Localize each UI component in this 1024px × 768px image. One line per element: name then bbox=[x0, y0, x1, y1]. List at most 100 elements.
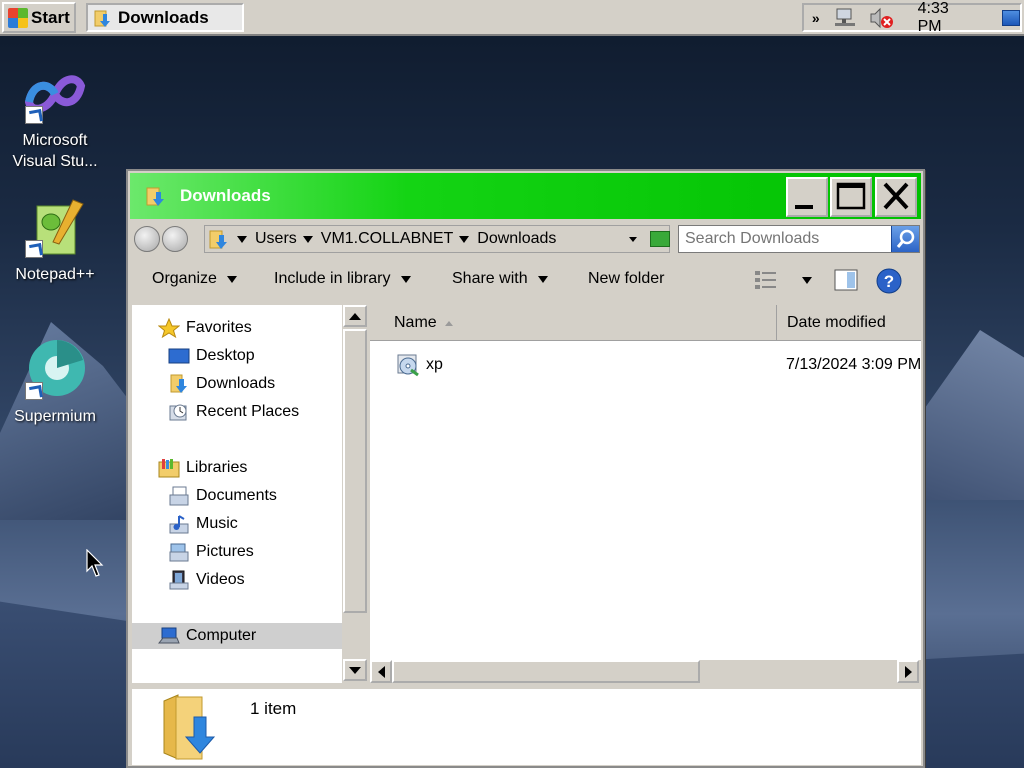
nav-computer[interactable]: Computer bbox=[132, 623, 342, 649]
maximize-button[interactable] bbox=[830, 177, 872, 217]
nav-libraries[interactable]: Libraries bbox=[158, 455, 247, 481]
forward-button[interactable] bbox=[162, 226, 188, 252]
breadcrumb-users-dropdown-icon[interactable] bbox=[302, 235, 313, 243]
close-button[interactable] bbox=[875, 177, 917, 217]
taskbar: Start Downloads » 4:33 PM bbox=[0, 0, 1024, 36]
volume-muted-icon[interactable] bbox=[868, 7, 894, 29]
search-icon[interactable] bbox=[891, 226, 919, 252]
help-button[interactable]: ? bbox=[876, 268, 902, 299]
new-folder-button[interactable]: New folder bbox=[588, 270, 664, 288]
change-view-button[interactable] bbox=[754, 269, 812, 291]
minimize-button[interactable] bbox=[786, 177, 828, 217]
include-in-library-button[interactable]: Include in library bbox=[274, 270, 411, 288]
window-titlebar[interactable]: Downloads bbox=[130, 173, 921, 219]
minimize-icon bbox=[795, 205, 813, 209]
breadcrumb-root-dropdown-icon[interactable] bbox=[237, 235, 247, 243]
arrow-down-icon bbox=[349, 666, 361, 674]
nav-desktop-label: Desktop bbox=[196, 347, 255, 364]
nav-libraries-label: Libraries bbox=[186, 459, 248, 476]
search-input[interactable] bbox=[679, 230, 889, 248]
scroll-down-button[interactable] bbox=[343, 659, 367, 681]
organize-label: Organize bbox=[152, 270, 217, 287]
back-button[interactable] bbox=[134, 226, 160, 252]
preview-pane-icon bbox=[834, 269, 858, 291]
file-list-horizontal-scrollbar[interactable] bbox=[370, 660, 921, 683]
desktop-icon-label: Microsoft Visual Stu... bbox=[12, 132, 98, 170]
nav-documents[interactable]: Documents bbox=[168, 483, 277, 509]
taskbar-button-downloads[interactable]: Downloads bbox=[86, 3, 244, 32]
address-bar[interactable]: Users VM1.COLLABNET Downloads bbox=[204, 225, 670, 253]
videos-icon bbox=[169, 570, 189, 590]
sort-ascending-icon bbox=[444, 320, 453, 326]
nav-documents-label: Documents bbox=[196, 487, 277, 504]
view-details-icon bbox=[755, 271, 776, 289]
scroll-left-button[interactable] bbox=[370, 660, 392, 683]
shortcut-arrow-icon bbox=[25, 106, 43, 124]
organize-button[interactable]: Organize bbox=[152, 270, 237, 288]
scroll-right-button[interactable] bbox=[897, 660, 919, 683]
preview-pane-button[interactable] bbox=[834, 269, 858, 296]
downloads-folder-icon bbox=[94, 10, 110, 27]
nav-music-label: Music bbox=[196, 515, 238, 532]
arrow-up-icon bbox=[349, 312, 361, 320]
address-history-dropdown-icon[interactable] bbox=[629, 237, 637, 242]
nav-recent-places[interactable]: Recent Places bbox=[168, 399, 299, 425]
nav-music[interactable]: Music bbox=[168, 511, 238, 537]
breadcrumb-vm1-collabnet[interactable]: VM1.COLLABNET bbox=[321, 230, 453, 248]
downloads-folder-icon bbox=[170, 374, 187, 393]
show-hidden-icons-chevron-icon[interactable]: » bbox=[804, 10, 828, 26]
scroll-up-button[interactable] bbox=[343, 305, 367, 327]
desktop-icon-visual-studio[interactable]: Microsoft Visual Stu... bbox=[5, 62, 105, 172]
desktop-icon-supermium[interactable]: Supermium bbox=[5, 338, 105, 427]
column-header-name[interactable]: Name bbox=[370, 305, 777, 341]
mouse-cursor-icon bbox=[86, 549, 104, 577]
start-button[interactable]: Start bbox=[2, 2, 76, 33]
recent-places-icon bbox=[169, 404, 187, 421]
navigation-buttons bbox=[134, 226, 190, 252]
desktop-icon bbox=[168, 348, 190, 364]
supermium-browser-icon bbox=[23, 338, 87, 402]
nav-downloads-label: Downloads bbox=[196, 375, 276, 392]
taskbar-button-label: Downloads bbox=[118, 7, 209, 27]
details-pane: 1 item bbox=[132, 689, 921, 765]
arrow-left-icon bbox=[377, 665, 385, 678]
file-list: Name Date modified xp 7/13/2024 3:09 PM bbox=[370, 305, 921, 683]
nav-desktop[interactable]: Desktop bbox=[168, 343, 255, 369]
taskbar-clock[interactable]: 4:33 PM bbox=[918, 0, 972, 36]
refresh-icon[interactable] bbox=[650, 231, 670, 247]
chevron-down-icon bbox=[537, 275, 548, 283]
nav-pictures-label: Pictures bbox=[196, 543, 254, 560]
item-count: 1 item bbox=[250, 699, 297, 718]
shortcut-arrow-icon bbox=[25, 240, 43, 258]
navigation-pane-scrollbar[interactable] bbox=[342, 305, 368, 683]
system-tray: » 4:33 PM bbox=[802, 0, 1022, 35]
breadcrumb-vm1-dropdown-icon[interactable] bbox=[459, 235, 470, 243]
scrollbar-thumb[interactable] bbox=[343, 329, 367, 613]
network-icon[interactable] bbox=[834, 8, 856, 28]
nav-computer-label: Computer bbox=[186, 627, 257, 644]
nav-favorites[interactable]: Favorites bbox=[158, 315, 252, 341]
file-row[interactable]: xp 7/13/2024 3:09 PM bbox=[370, 351, 921, 379]
chevron-down-icon bbox=[400, 275, 411, 283]
scrollbar-thumb[interactable] bbox=[392, 660, 700, 683]
column-header-date-modified[interactable]: Date modified bbox=[779, 305, 886, 341]
star-icon bbox=[158, 318, 180, 338]
show-desktop-icon[interactable] bbox=[1001, 9, 1020, 26]
explorer-window: Downloads Users VM1.COLLABNET Downloads bbox=[126, 169, 925, 768]
share-with-button[interactable]: Share with bbox=[452, 270, 548, 288]
nav-downloads[interactable]: Downloads bbox=[168, 371, 275, 397]
pictures-icon bbox=[169, 543, 189, 562]
nav-pictures[interactable]: Pictures bbox=[168, 539, 254, 565]
notepad-plus-plus-icon bbox=[23, 196, 87, 260]
downloads-folder-icon bbox=[209, 230, 227, 249]
nav-recent-places-label: Recent Places bbox=[196, 403, 300, 420]
share-with-label: Share with bbox=[452, 270, 528, 287]
new-folder-label: New folder bbox=[588, 270, 665, 287]
search-box[interactable] bbox=[678, 225, 920, 253]
column-headers: Name Date modified bbox=[370, 305, 921, 341]
window-title: Downloads bbox=[180, 186, 271, 205]
breadcrumb-downloads[interactable]: Downloads bbox=[477, 230, 556, 248]
nav-videos[interactable]: Videos bbox=[168, 567, 245, 593]
breadcrumb-users[interactable]: Users bbox=[255, 230, 297, 248]
desktop-icon-notepad-plus-plus[interactable]: Notepad++ bbox=[5, 196, 105, 285]
